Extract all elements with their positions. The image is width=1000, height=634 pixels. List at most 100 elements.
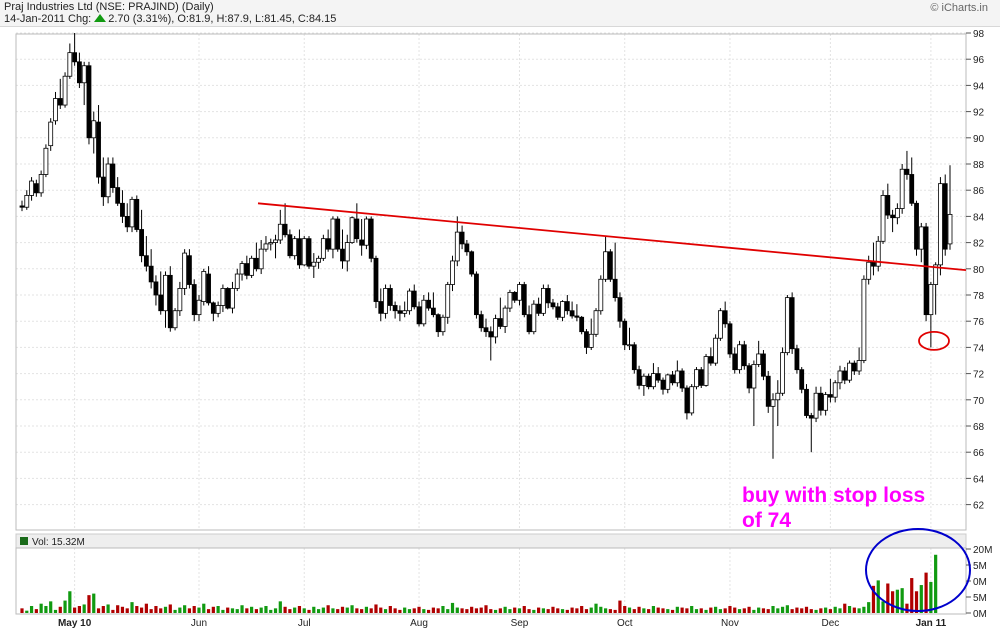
chart-title: Praj Industries Ltd (NSE: PRAJIND) (Dail…: [4, 1, 214, 13]
candle-body: [239, 263, 245, 275]
volume-bar: [278, 601, 282, 613]
candle-body: [316, 257, 321, 263]
volume-bar: [240, 605, 244, 613]
time-tick-label: Jul: [298, 618, 311, 629]
candle-body: [359, 239, 365, 246]
volume-bar: [216, 606, 220, 613]
volume-bar: [77, 606, 82, 613]
price-tick-label: 68: [973, 422, 985, 433]
candle-body: [622, 320, 628, 346]
candle-body: [340, 248, 345, 262]
volume-bar: [685, 608, 689, 613]
volume-bar: [709, 607, 713, 613]
candle-body: [177, 288, 183, 312]
volume-bar: [522, 606, 526, 613]
candle-body: [325, 238, 331, 250]
volume-bar: [690, 606, 694, 613]
candle-body: [603, 251, 608, 280]
volume-bar: [383, 609, 388, 613]
candle-body: [545, 288, 551, 304]
candle-body: [636, 369, 642, 386]
candle-body: [182, 252, 188, 289]
volume-bar: [125, 608, 129, 613]
price-tick-label: 78: [973, 291, 985, 302]
candle-body: [775, 392, 781, 401]
candle-body: [392, 305, 398, 312]
volume-bar: [637, 606, 641, 613]
volume-bar: [269, 609, 273, 613]
volume-bar: [312, 606, 316, 613]
candle-body: [756, 353, 762, 365]
volume-bar: [570, 607, 574, 613]
volume-bar: [517, 608, 522, 613]
candle-body: [450, 260, 455, 285]
volume-bar: [154, 606, 158, 613]
candle-body: [689, 386, 695, 414]
candle-body: [512, 291, 518, 301]
volume-bar: [297, 606, 302, 613]
candle-body: [837, 370, 843, 384]
price-tick-label: 88: [973, 160, 985, 171]
candle-body: [263, 243, 269, 250]
volume-bar: [661, 608, 665, 613]
volume-bar: [642, 608, 646, 613]
volume-bar: [828, 609, 833, 613]
volume-bar: [403, 607, 407, 613]
candle-body: [397, 310, 403, 314]
candle-body: [804, 388, 809, 416]
candle-body: [297, 238, 302, 266]
candle-body: [249, 257, 255, 276]
candle-body: [29, 180, 34, 196]
candle-body: [210, 302, 216, 314]
volume-bar: [465, 609, 469, 613]
candle-body: [86, 65, 92, 139]
volume-bar: [857, 608, 861, 613]
price-tick-label: 62: [973, 501, 985, 512]
candle-body: [550, 302, 556, 308]
candle-body: [588, 333, 594, 348]
candle-body: [57, 98, 63, 106]
candle-body: [478, 314, 484, 329]
candle-body: [163, 274, 168, 312]
candle-body: [100, 176, 106, 198]
candle-body: [560, 301, 565, 318]
candle-body: [306, 238, 312, 267]
volume-bar: [489, 609, 493, 613]
volume-bar: [838, 608, 842, 613]
price-tick-label: 86: [973, 186, 985, 197]
volume-tick-label: 5M: [973, 593, 987, 604]
candle-body: [813, 392, 819, 419]
volume-bar: [608, 609, 612, 613]
candle-body: [38, 174, 44, 194]
candle-body: [96, 121, 101, 178]
candle-body: [541, 288, 546, 314]
price-chart: Vol: 15.32M 62 64 66 68 70 72 74 76 78 80 82 84 86 88…: [15, 29, 992, 629]
candle-body: [914, 202, 919, 250]
candle-body: [607, 251, 613, 280]
volume-bar: [575, 608, 579, 613]
volume-bar: [647, 609, 651, 613]
candle-body: [230, 288, 235, 309]
candle-body: [517, 284, 522, 301]
candle-body: [24, 195, 30, 208]
candle-body: [579, 316, 585, 333]
candle-body: [521, 284, 527, 316]
volume-bar: [910, 578, 914, 613]
volume-axis: 0M 5M 0M 5M 20M: [966, 545, 992, 620]
candle-body: [464, 243, 470, 253]
candle-body: [536, 303, 542, 314]
volume-bar: [680, 607, 684, 613]
candle-body: [727, 323, 733, 355]
candle-body: [110, 163, 116, 188]
volume-tick-label: 0M: [973, 577, 987, 588]
candle-body: [564, 301, 570, 312]
volume-bar: [340, 606, 345, 613]
volume-bar: [206, 609, 211, 613]
candle-body: [402, 310, 408, 314]
volume-bar: [87, 595, 91, 613]
volume-bar: [116, 605, 120, 613]
volume-bar: [809, 609, 813, 613]
volume-bar: [513, 607, 517, 613]
volume-bar: [556, 608, 560, 613]
candle-body: [722, 310, 728, 325]
